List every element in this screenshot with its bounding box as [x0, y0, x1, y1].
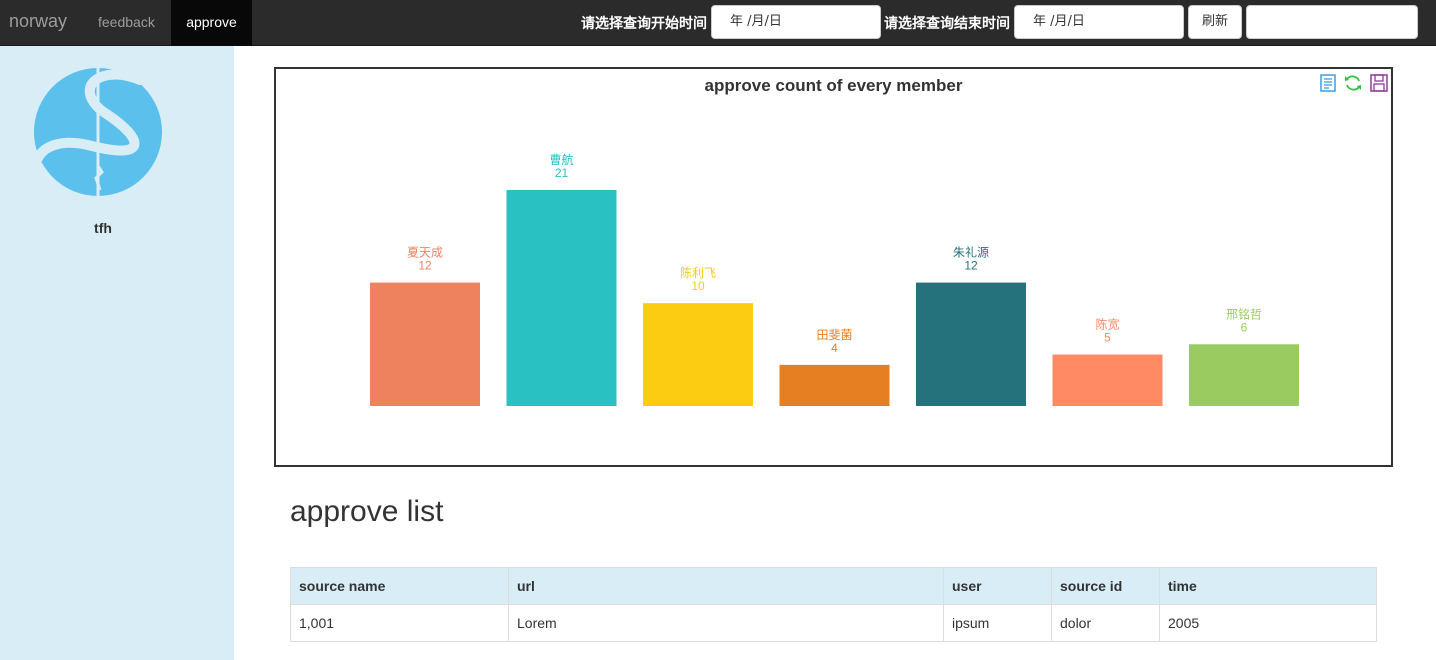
header-url: url [508, 567, 944, 605]
logo-icon [33, 68, 162, 196]
bar-category-label: 邢铭哲 [1226, 306, 1262, 321]
bar-value-label: 6 [1241, 320, 1248, 334]
approve-list-title: approve list [290, 495, 444, 528]
chart-bar[interactable] [1189, 344, 1299, 406]
refresh-button[interactable]: 刷新 [1188, 5, 1242, 39]
sidebar: tfh [0, 46, 234, 660]
chart-bar[interactable] [1052, 354, 1163, 406]
start-date-label: 请选择查询开始时间 [581, 16, 707, 32]
end-date-label: 请选择查询结束时间 [884, 16, 1010, 32]
header-user: user [943, 567, 1052, 605]
cell-source-id: dolor [1051, 604, 1160, 642]
table-header-row: source name url user source id time [290, 567, 1377, 605]
nav-feedback-link[interactable]: feedback [84, 0, 169, 46]
bar-category-label: 陈宽 [1095, 317, 1119, 332]
bar-value-label: 21 [555, 166, 569, 180]
bar-category-label: 朱礼源 [953, 245, 989, 260]
end-date-input[interactable]: 年 /月/日 [1014, 5, 1184, 39]
top-navbar: norway feedback approve 请选择查询开始时间 年 /月/日… [0, 0, 1436, 46]
bar-value-label: 10 [691, 279, 705, 293]
bar-value-label: 12 [418, 259, 432, 273]
bar-category-label: 陈利飞 [680, 265, 716, 280]
sidebar-username: tfh [94, 220, 112, 236]
chart-bar[interactable] [370, 282, 480, 406]
header-source-id: source id [1051, 567, 1160, 605]
cell-time: 2005 [1159, 604, 1377, 642]
approve-chart: approve count of every member 夏天成 12 曹航 21 陈… [274, 67, 1393, 467]
bar-value-label: 12 [964, 259, 978, 273]
start-date-input[interactable]: 年 /月/日 [711, 5, 881, 39]
bar-category-label: 田斐菌 [816, 328, 852, 342]
cell-url: Lorem [508, 604, 944, 642]
bar-category-label: 夏天成 [407, 246, 443, 260]
cell-user: ipsum [943, 604, 1052, 642]
brand-link[interactable]: norway [9, 11, 67, 32]
table-row: 1,001 Lorem ipsum dolor 2005 [290, 604, 1377, 642]
header-source-name: source name [290, 567, 509, 605]
header-time: time [1159, 567, 1377, 605]
chart-bar[interactable] [779, 364, 890, 406]
search-input[interactable] [1246, 5, 1418, 39]
bar-category-label: 曹航 [549, 152, 573, 167]
nav-approve-link[interactable]: approve [171, 0, 252, 46]
chart-bar[interactable] [506, 190, 617, 406]
chart-plot-area: 夏天成12曹航21陈利飞10田斐菌4朱礼源12陈宽5邢铭哲6 [370, 152, 1299, 406]
chart-bar[interactable] [643, 303, 753, 406]
chart-bar[interactable] [916, 282, 1026, 406]
cell-source-name: 1,001 [290, 604, 509, 642]
bar-value-label: 4 [831, 341, 838, 355]
approve-table: source name url user source id time 1,00… [290, 567, 1377, 642]
bar-value-label: 5 [1104, 331, 1111, 345]
